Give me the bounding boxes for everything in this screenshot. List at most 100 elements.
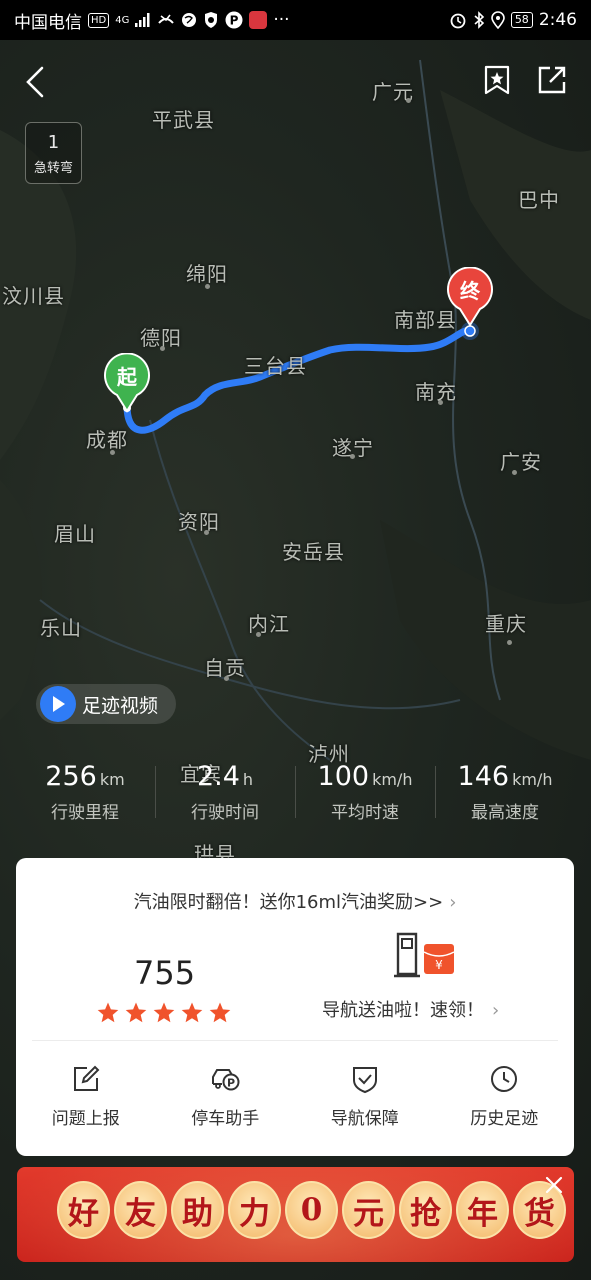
svg-text:P: P: [230, 14, 239, 28]
action-label: 问题上报: [51, 1109, 120, 1129]
banner-close-button[interactable]: [540, 1171, 568, 1199]
star-icon: [153, 1002, 175, 1023]
action-label: 历史足迹: [470, 1109, 539, 1129]
mic-icon: [249, 11, 268, 29]
city-label: 重庆: [485, 612, 527, 636]
city-dot: [256, 632, 261, 637]
battery-icon: 58: [510, 12, 533, 28]
clock-icon: [491, 1066, 518, 1092]
fuel-promo-text: 汽油限时翻倍！送你16ml汽油奖励>>: [133, 892, 444, 913]
network-type: 4G: [115, 14, 130, 26]
stat-max-speed: 146 km/h 最高速度: [435, 760, 575, 830]
action-label: 导航保障: [330, 1109, 399, 1129]
trip-stats: 256 km 行驶里程 2.4 h 行驶时间 100 km/h 平均时速 146 km/…: [0, 760, 591, 830]
action-row: 问题上报 P 停车助手 导航保障 历史足迹: [16, 1064, 574, 1129]
fuel-gift-icon: ¥: [394, 932, 455, 978]
close-icon: [545, 1176, 563, 1194]
banner-char: 抢: [399, 1181, 452, 1239]
banner-char: 0: [285, 1181, 338, 1239]
banner-char: 年: [456, 1181, 509, 1239]
city-dot: [205, 284, 210, 289]
back-button[interactable]: [20, 62, 54, 102]
stat-unit: km: [99, 770, 125, 789]
city-label: 巴中: [518, 188, 560, 212]
city-dot: [224, 676, 229, 681]
fuel-gift-link[interactable]: 导航送油啦！速领！ ›: [322, 996, 499, 1022]
stat-label: 行驶里程: [51, 803, 119, 823]
location-icon: [491, 11, 505, 29]
stat-value: 100: [317, 761, 370, 792]
city-dot: [406, 98, 411, 103]
star-icon: [125, 1002, 147, 1023]
bluetooth-icon: [474, 11, 484, 29]
svg-text:¥: ¥: [435, 958, 443, 972]
chevron-right-icon: ›: [449, 892, 457, 913]
chevron-right-icon: ›: [492, 1000, 500, 1021]
city-label: 汶川县: [2, 284, 65, 308]
city-dot: [110, 450, 115, 455]
city-label: 绵阳: [186, 262, 228, 286]
start-pin[interactable]: 起: [103, 353, 151, 413]
stat-unit: km/h: [372, 770, 413, 789]
parking-assistant-button[interactable]: P 停车助手: [156, 1064, 296, 1129]
sharp-turn-number: 1: [47, 132, 60, 153]
star-bookmark-icon: [484, 65, 510, 95]
share-button[interactable]: [536, 64, 568, 96]
start-pin-label: 起: [117, 364, 137, 389]
star-icon: [209, 1002, 231, 1023]
stat-distance: 256 km 行驶里程: [15, 760, 155, 830]
play-icon: [40, 686, 76, 722]
stat-label: 最高速度: [471, 803, 539, 823]
status-bar: 中国电信 HD 4G P ··· 58 2:46: [0, 0, 591, 40]
star-icon: [97, 1002, 119, 1023]
banner-char: 元: [342, 1181, 395, 1239]
favorite-button[interactable]: [481, 64, 513, 96]
share-icon: [538, 66, 566, 94]
city-dot: [438, 400, 443, 405]
end-pin[interactable]: 终: [446, 267, 494, 327]
promo-banner[interactable]: 好 友 助 力 0 元 抢 年 货: [17, 1167, 574, 1262]
chevron-left-icon: [26, 66, 44, 98]
banner-char: 好: [57, 1181, 110, 1239]
stat-label: 平均时速: [331, 803, 399, 823]
navigation-guarantee-button[interactable]: 导航保障: [295, 1064, 435, 1129]
stat-label: 行驶时间: [191, 803, 259, 823]
globe-icon: [182, 13, 197, 27]
city-label: 平武县: [152, 108, 215, 132]
stat-value: 256: [45, 761, 97, 792]
city-label: 内江: [248, 612, 290, 636]
action-label: 停车助手: [191, 1109, 260, 1129]
city-label: 成都: [86, 428, 128, 452]
clock-time: 2:46: [538, 10, 577, 30]
history-footprint-button[interactable]: 历史足迹: [435, 1064, 575, 1129]
score-stars: [96, 1001, 232, 1025]
city-dot: [160, 346, 165, 351]
hd-icon: HD: [88, 12, 110, 28]
city-label: 南充: [415, 380, 457, 404]
fuel-gift-text: 导航送油啦！速领！: [322, 1000, 484, 1021]
banner-char: 力: [228, 1181, 281, 1239]
banner-title: 好 友 助 力 0 元 抢 年 货: [57, 1181, 566, 1239]
city-label: 乐山: [40, 616, 82, 640]
driving-score: 755: [134, 954, 196, 992]
city-dot: [512, 470, 517, 475]
sharp-turn-count[interactable]: 1 急转弯: [25, 122, 82, 184]
city-label: 三台县: [244, 354, 307, 378]
city-label: 资阳: [178, 510, 220, 534]
missed-call-icon: [158, 14, 175, 24]
stat-duration: 2.4 h 行驶时间: [155, 760, 295, 830]
divider: [32, 1040, 558, 1041]
city-dot: [350, 454, 355, 459]
fuel-promo-link[interactable]: 汽油限时翻倍！送你16ml汽油奖励>> ›: [16, 888, 574, 914]
city-dot: [507, 640, 512, 645]
footprint-video-button[interactable]: 足迹视频: [36, 684, 177, 724]
city-dot: [204, 530, 209, 535]
city-label: 广安: [500, 450, 542, 474]
report-issue-button[interactable]: 问题上报: [16, 1064, 156, 1129]
app-shield-icon: [205, 12, 218, 28]
alarm-icon: [450, 13, 466, 29]
city-label: 安岳县: [282, 540, 345, 564]
stat-unit: km/h: [512, 770, 553, 789]
edit-icon: [73, 1065, 100, 1091]
end-pin-label: 终: [460, 278, 480, 303]
